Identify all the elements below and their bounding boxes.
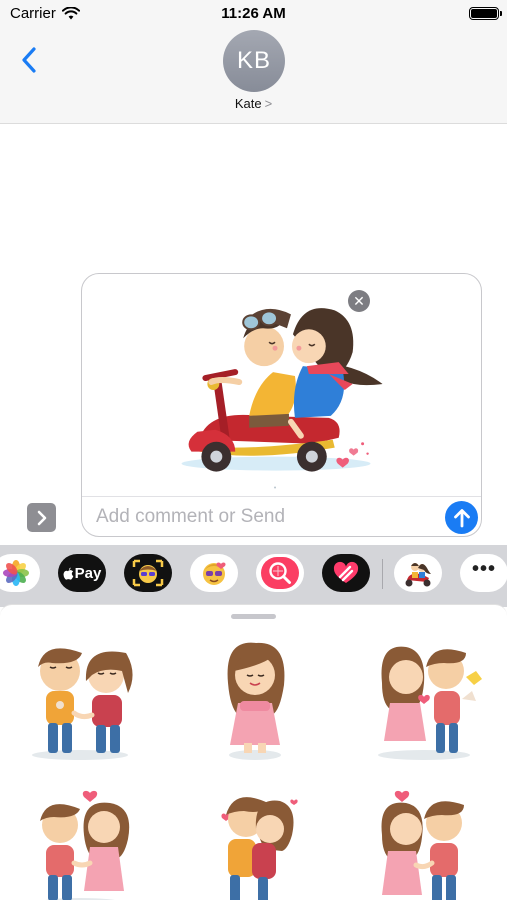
digital-touch-icon (333, 561, 359, 583)
panel-grabber[interactable] (231, 614, 276, 619)
expand-apps-button[interactable] (27, 503, 56, 532)
close-icon: ✕ (353, 293, 365, 309)
app-love-stickers[interactable] (394, 554, 442, 592)
carrier-label: Carrier (10, 4, 56, 22)
compose-field: ✕ (81, 273, 482, 537)
animoji-icon (203, 562, 226, 585)
sticker-couple-holding-hands[interactable] (18, 637, 148, 767)
wifi-icon (61, 6, 80, 19)
memoji-icon (132, 559, 164, 587)
carrier-group: Carrier (10, 5, 80, 22)
chevron-right-icon (37, 510, 46, 525)
contact-name-button[interactable]: Kate > (0, 96, 507, 111)
compose-divider (82, 496, 481, 497)
sticker-girl-kissing-boy[interactable] (362, 637, 492, 767)
conversation-header: KB Kate > (0, 26, 507, 124)
scooter-couple-sticker-preview (181, 308, 383, 489)
contact-name: Kate (234, 96, 262, 111)
app-drawer-strip: Pay ••• (0, 545, 507, 607)
app-strip-separator (382, 559, 383, 589)
send-button[interactable] (445, 501, 478, 534)
battery-icon (469, 7, 502, 20)
sticker-girl-kissing-boy-heart[interactable] (362, 785, 492, 900)
scooter-couple-icon (405, 563, 431, 587)
back-chevron-icon[interactable] (18, 44, 42, 76)
sticker-girl-smiling[interactable] (190, 637, 320, 767)
app-apple-pay[interactable]: Pay (58, 554, 106, 592)
app-memoji[interactable] (124, 554, 172, 592)
photos-icon (3, 560, 29, 586)
image-search-icon (261, 557, 299, 589)
contact-avatar[interactable]: KB (223, 30, 285, 92)
apple-pay-label: Pay (74, 564, 102, 582)
app-digital-touch[interactable] (322, 554, 370, 592)
sticker-panel (0, 604, 507, 900)
remove-attachment-button[interactable]: ✕ (348, 290, 370, 312)
apple-logo-icon (63, 567, 73, 580)
app-more[interactable]: ••• (460, 554, 507, 592)
status-bar: Carrier 11:26 AM (0, 0, 507, 26)
sticker-couple-with-heart[interactable] (18, 785, 148, 900)
more-icon: ••• (471, 558, 496, 580)
app-photos[interactable] (0, 554, 40, 592)
app-animoji[interactable] (190, 554, 238, 592)
chevron-right-icon: > (264, 96, 273, 111)
app-images-search[interactable] (256, 554, 304, 592)
sticker-couple-hugging[interactable] (190, 785, 320, 900)
arrow-up-icon (453, 508, 470, 527)
messages-screen: Carrier 11:26 AM KB Kate > ✕ Add comment… (0, 0, 507, 900)
avatar-initials: KB (236, 47, 271, 74)
comment-input[interactable] (96, 504, 426, 530)
